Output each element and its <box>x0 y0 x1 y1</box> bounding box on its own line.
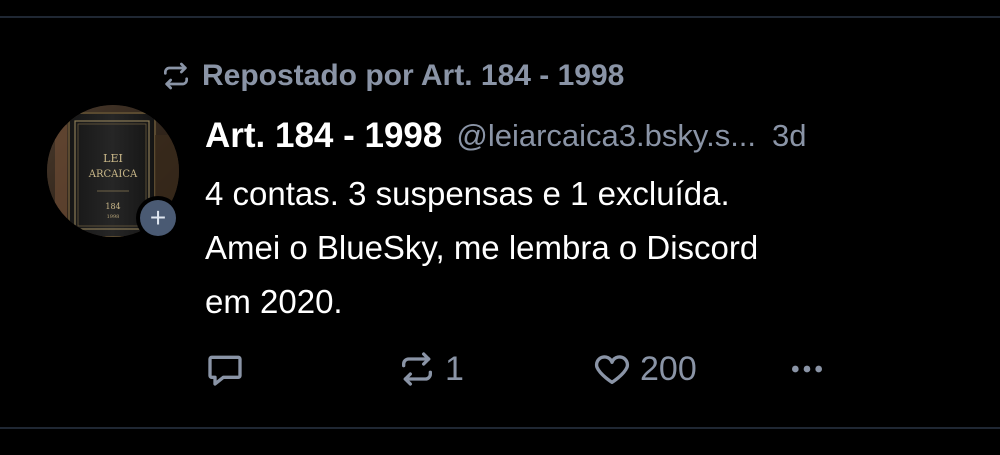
repost-banner-text: Repostado por Art. 184 - 1998 <box>202 59 625 92</box>
reply-icon <box>205 349 245 389</box>
bottom-divider <box>0 427 1000 429</box>
plus-icon: + <box>140 200 176 236</box>
repost-count: 1 <box>445 349 464 388</box>
more-icon <box>787 349 827 389</box>
author-display-name[interactable]: Art. 184 - 1998 <box>205 116 442 156</box>
avatar-text-arcaica: ARCAICA <box>88 169 138 180</box>
follow-button[interactable]: + <box>136 196 180 240</box>
top-divider <box>0 16 1000 18</box>
avatar-text-lei: LEI <box>103 152 123 165</box>
avatar-text-number: 184 <box>105 202 120 211</box>
repost-icon <box>397 349 437 389</box>
post-timestamp[interactable]: 3d <box>772 118 806 154</box>
avatar-text-year: 1998 <box>107 214 120 220</box>
reply-button[interactable] <box>205 344 245 394</box>
heart-icon <box>592 349 632 389</box>
repost-banner[interactable]: Repostado por Art. 184 - 1998 <box>160 56 624 96</box>
repost-icon <box>160 60 192 92</box>
post-text: 4 contas. 3 suspensas e 1 excluída. Amei… <box>205 175 759 320</box>
post-header: Art. 184 - 1998 @leiarcaica3.bsky.s... 3… <box>205 112 975 160</box>
more-options-button[interactable] <box>787 344 827 394</box>
like-count: 200 <box>640 349 697 388</box>
like-button[interactable]: 200 <box>592 344 697 394</box>
repost-button[interactable]: 1 <box>397 344 464 394</box>
author-handle[interactable]: @leiarcaica3.bsky.s... <box>456 118 756 154</box>
post-actions: 1 200 <box>205 344 845 394</box>
